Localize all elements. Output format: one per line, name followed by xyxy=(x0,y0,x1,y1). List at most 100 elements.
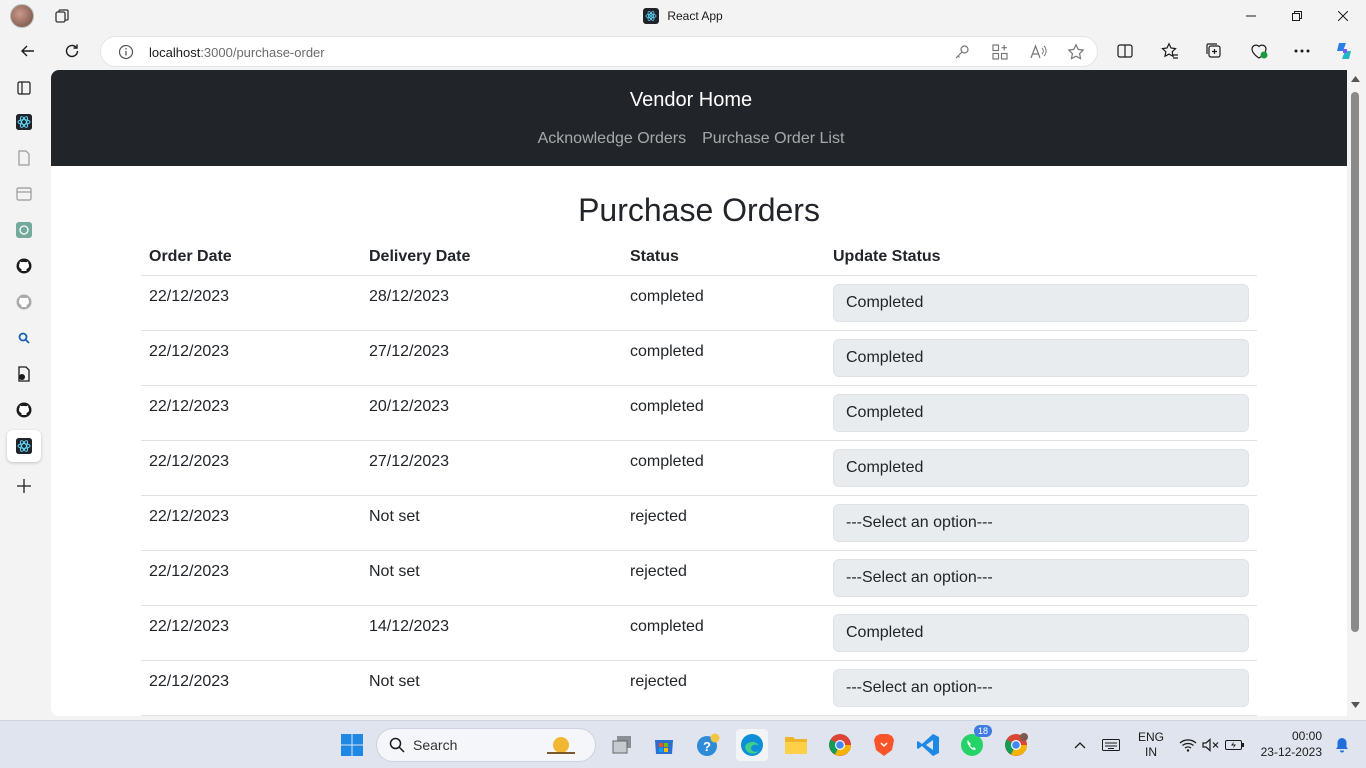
react-app-icon xyxy=(643,8,660,24)
taskbar-search[interactable]: Search xyxy=(376,728,596,762)
page-tab-icon[interactable] xyxy=(12,182,36,206)
page-scrollbar[interactable] xyxy=(1347,70,1366,716)
status-cell: completed xyxy=(630,618,704,635)
scrollbar-thumb[interactable] xyxy=(1351,92,1359,632)
order-date-cell: 22/12/2023 xyxy=(149,673,230,690)
status-cell: completed xyxy=(630,288,704,305)
read-aloud-icon[interactable] xyxy=(1029,43,1047,61)
url-path: :3000/purchase-order xyxy=(200,45,325,60)
active-react-tab-icon[interactable] xyxy=(7,430,41,462)
status-cell: rejected xyxy=(630,563,687,580)
scroll-up-arrow-icon[interactable] xyxy=(1351,76,1360,82)
delivery-date-cell: Not set xyxy=(369,673,420,690)
order-date-cell: 22/12/2023 xyxy=(149,508,230,525)
update-status-select[interactable]: Completed xyxy=(833,339,1249,377)
delivery-date-cell: Not set xyxy=(369,563,420,580)
navbar-brand[interactable]: Vendor Home xyxy=(51,89,1331,112)
edge-browser-icon[interactable] xyxy=(736,729,768,761)
battery-icon[interactable] xyxy=(1219,729,1251,761)
url-text[interactable]: localhost:3000/purchase-order xyxy=(149,45,325,60)
vertical-tabs-panel xyxy=(0,70,48,720)
table-row: 22/12/2023 Not set rejected ---Select an… xyxy=(141,551,1257,606)
show-hidden-icons-chevron-icon[interactable] xyxy=(1064,729,1096,761)
update-status-select[interactable]: ---Select an option--- xyxy=(833,559,1249,597)
chatgpt-tab-icon[interactable] xyxy=(12,218,36,242)
url-host: localhost xyxy=(149,45,201,60)
minimize-button[interactable] xyxy=(1228,0,1274,32)
status-cell: rejected xyxy=(630,673,687,690)
table-row: 22/12/2023 27/12/2023 completed Complete… xyxy=(141,441,1257,496)
order-date-cell: 22/12/2023 xyxy=(149,453,230,470)
clock-date: 23-12-2023 xyxy=(1260,745,1322,759)
order-date-cell: 22/12/2023 xyxy=(149,343,230,360)
app-available-icon[interactable] xyxy=(991,43,1009,61)
header-delivery-date: Delivery Date xyxy=(369,248,471,265)
purchase-orders-table: Order Date Delivery Date Status Update S… xyxy=(141,237,1257,716)
update-status-select[interactable]: ---Select an option--- xyxy=(833,669,1249,707)
password-key-icon[interactable] xyxy=(953,43,971,61)
browser-essentials-icon[interactable] xyxy=(1245,37,1273,65)
github-tab-icon[interactable] xyxy=(12,254,36,278)
react-tab-icon[interactable] xyxy=(12,110,36,134)
brave-icon[interactable] xyxy=(868,729,900,761)
update-status-select[interactable]: Completed xyxy=(833,614,1249,652)
new-tab-plus-icon[interactable] xyxy=(12,474,36,498)
document-tab-icon[interactable] xyxy=(12,146,36,170)
close-window-button[interactable] xyxy=(1320,0,1366,32)
keyboard-icon[interactable] xyxy=(1095,729,1127,761)
split-screen-icon[interactable] xyxy=(1111,37,1139,65)
site-info-icon[interactable] xyxy=(118,44,134,60)
update-status-select[interactable]: Completed xyxy=(833,449,1249,487)
header-update-status: Update Status xyxy=(833,248,941,265)
update-status-select[interactable]: ---Select an option--- xyxy=(833,504,1249,542)
order-date-cell: 22/12/2023 xyxy=(149,288,230,305)
copilot-icon[interactable] xyxy=(1330,37,1358,65)
whatsapp-icon[interactable]: 18 xyxy=(956,725,992,761)
scroll-down-arrow-icon[interactable] xyxy=(1351,702,1360,708)
collections-icon[interactable] xyxy=(1200,37,1228,65)
order-date-cell: 22/12/2023 xyxy=(149,618,230,635)
language-indicator[interactable]: ENG IN xyxy=(1138,730,1164,760)
table-row: 22/12/2023 28/12/2023 completed Complete… xyxy=(141,276,1257,331)
task-view-icon[interactable] xyxy=(606,729,638,761)
start-windows-icon[interactable] xyxy=(336,729,368,761)
search-highlight-icon xyxy=(547,737,575,754)
tab-actions-icon[interactable] xyxy=(12,76,36,100)
restore-button[interactable] xyxy=(1274,0,1320,32)
address-bar[interactable]: localhost:3000/purchase-order xyxy=(100,36,1098,67)
vscode-icon[interactable] xyxy=(912,729,944,761)
header-order-date: Order Date xyxy=(149,248,232,265)
chrome-icon[interactable] xyxy=(824,729,856,761)
microsoft-store-icon[interactable] xyxy=(648,729,680,761)
window-title: React App xyxy=(0,0,1366,32)
back-button[interactable] xyxy=(14,37,42,65)
table-row: 22/12/2023 14/12/2023 completed Complete… xyxy=(141,606,1257,661)
file-explorer-icon[interactable] xyxy=(780,729,812,761)
order-date-cell: 22/12/2023 xyxy=(149,398,230,415)
nav-link-purchase-order-list[interactable]: Purchase Order List xyxy=(702,130,844,148)
search-tab-icon[interactable] xyxy=(12,326,36,350)
window-title-bar: React App xyxy=(0,0,1366,32)
search-label: Search xyxy=(413,737,458,753)
status-cell: completed xyxy=(630,453,704,470)
clock-time: 00:00 xyxy=(1291,729,1322,743)
page-viewport: Vendor Home Acknowledge Orders Purchase … xyxy=(51,70,1366,716)
favorite-star-icon[interactable] xyxy=(1067,43,1085,61)
file-tab-icon[interactable] xyxy=(12,362,36,386)
tips-help-icon[interactable]: ? xyxy=(692,729,724,761)
system-clock[interactable]: 00:00 23-12-2023 xyxy=(1261,728,1322,760)
update-status-select[interactable]: Completed xyxy=(833,284,1249,322)
status-cell: completed xyxy=(630,343,704,360)
delivery-date-cell: 27/12/2023 xyxy=(369,343,450,360)
more-menu-icon[interactable] xyxy=(1288,37,1316,65)
nav-link-acknowledge-orders[interactable]: Acknowledge Orders xyxy=(538,130,687,148)
update-status-select[interactable]: Completed xyxy=(833,394,1249,432)
refresh-button[interactable] xyxy=(58,37,86,65)
github-tab-icon-3[interactable] xyxy=(12,398,36,422)
status-cell: rejected xyxy=(630,508,687,525)
github-tab-icon-2[interactable] xyxy=(12,290,36,314)
favorites-icon[interactable] xyxy=(1156,37,1184,65)
notification-bell-icon[interactable] xyxy=(1326,729,1358,761)
windows-taskbar: Search ? 18 ENG IN 00:00 23-12-2023 xyxy=(0,720,1366,768)
chrome-profile-icon[interactable] xyxy=(1000,729,1032,761)
